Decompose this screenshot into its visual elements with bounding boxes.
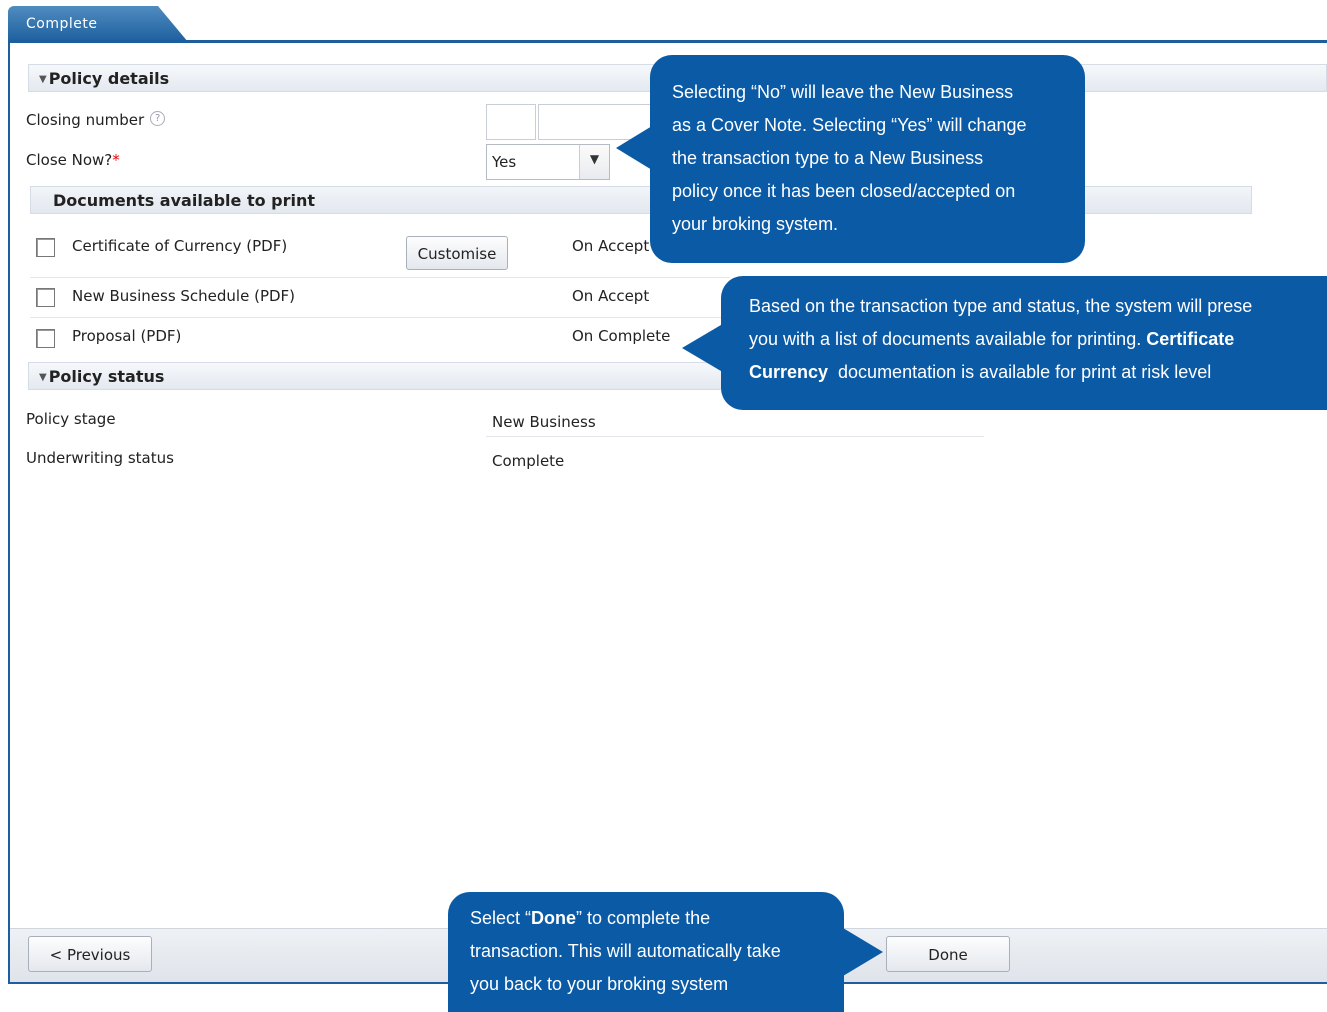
tab-title: Complete bbox=[26, 16, 98, 32]
close-now-label: Close Now?* bbox=[26, 151, 120, 169]
label-text: Close Now? bbox=[26, 151, 113, 169]
row-divider bbox=[30, 317, 730, 318]
required-marker: * bbox=[112, 151, 120, 169]
callout-bold-text: Done bbox=[531, 908, 577, 928]
callout-text: you with a list of documents available f… bbox=[749, 329, 1147, 349]
callout-text: documentation is available for print at … bbox=[828, 362, 1212, 382]
button-label: < Previous bbox=[49, 946, 131, 964]
underwriting-status-label: Underwriting status bbox=[26, 449, 174, 467]
callout-close-now: Selecting “No” will leave the New Busine… bbox=[650, 55, 1085, 263]
closing-number-prefix-input[interactable] bbox=[486, 104, 536, 140]
dropdown-arrow-icon[interactable]: ▼ bbox=[579, 145, 609, 179]
callout-documents: Based on the transaction type and status… bbox=[721, 276, 1327, 410]
document-name: New Business Schedule (PDF) bbox=[72, 287, 296, 305]
section-title: Policy details bbox=[48, 69, 170, 88]
button-label: Done bbox=[928, 946, 968, 964]
callout-text: transaction. This will automatically tak… bbox=[470, 941, 781, 961]
callout-bold-text: Certificate bbox=[1146, 329, 1235, 349]
customise-button[interactable]: Customise bbox=[406, 236, 508, 270]
callout-text: ” to complete the bbox=[576, 908, 711, 928]
collapse-triangle-icon[interactable]: ▼ bbox=[39, 74, 47, 85]
row-divider bbox=[486, 436, 984, 437]
section-policy-status[interactable]: ▼ Policy status bbox=[28, 362, 728, 390]
previous-button[interactable]: < Previous bbox=[28, 936, 152, 972]
document-status: On Accept bbox=[572, 287, 650, 305]
callout-text: Select “ bbox=[470, 908, 532, 928]
callout-bold-text: Currency bbox=[749, 362, 829, 382]
checkbox-new-business-schedule[interactable] bbox=[36, 288, 55, 307]
callout-pointer bbox=[843, 928, 883, 976]
document-name: Proposal (PDF) bbox=[72, 327, 182, 345]
policy-stage-label: Policy stage bbox=[26, 410, 116, 428]
callout-text: as a Cover Note. Selecting “Yes” will ch… bbox=[672, 115, 1027, 135]
section-title: Policy status bbox=[48, 367, 165, 386]
callout-done: Select “Done” to complete the transactio… bbox=[448, 892, 844, 1012]
close-now-select[interactable]: Yes ▼ bbox=[486, 144, 610, 180]
select-value: Yes bbox=[492, 153, 517, 171]
tab-complete[interactable]: Complete bbox=[8, 6, 188, 42]
callout-text: the transaction type to a New Business bbox=[672, 148, 984, 168]
button-label: Customise bbox=[417, 245, 497, 263]
closing-number-label: Closing number? bbox=[26, 111, 166, 129]
callout-text: policy once it has been closed/accepted … bbox=[672, 181, 1016, 201]
callout-pointer bbox=[616, 126, 652, 170]
document-name: Certificate of Currency (PDF) bbox=[72, 237, 288, 255]
callout-text: Selecting “No” will leave the New Busine… bbox=[672, 82, 1014, 102]
checkbox-certificate-of-currency[interactable] bbox=[36, 238, 55, 257]
policy-stage-value: New Business bbox=[492, 413, 596, 431]
row-divider bbox=[30, 277, 730, 278]
section-title: Documents available to print bbox=[53, 191, 316, 210]
document-status: On Accept bbox=[572, 237, 650, 255]
help-icon[interactable]: ? bbox=[150, 111, 166, 126]
document-status: On Complete bbox=[572, 327, 671, 345]
collapse-triangle-icon[interactable]: ▼ bbox=[39, 372, 47, 383]
callout-text: your broking system. bbox=[672, 214, 839, 234]
callout-pointer bbox=[682, 322, 726, 374]
label-text: Closing number bbox=[26, 111, 145, 129]
done-button[interactable]: Done bbox=[886, 936, 1010, 972]
callout-text: you back to your broking system bbox=[470, 974, 729, 994]
checkbox-proposal[interactable] bbox=[36, 329, 55, 348]
callout-text: Based on the transaction type and status… bbox=[749, 296, 1253, 316]
underwriting-status-value: Complete bbox=[492, 452, 565, 470]
